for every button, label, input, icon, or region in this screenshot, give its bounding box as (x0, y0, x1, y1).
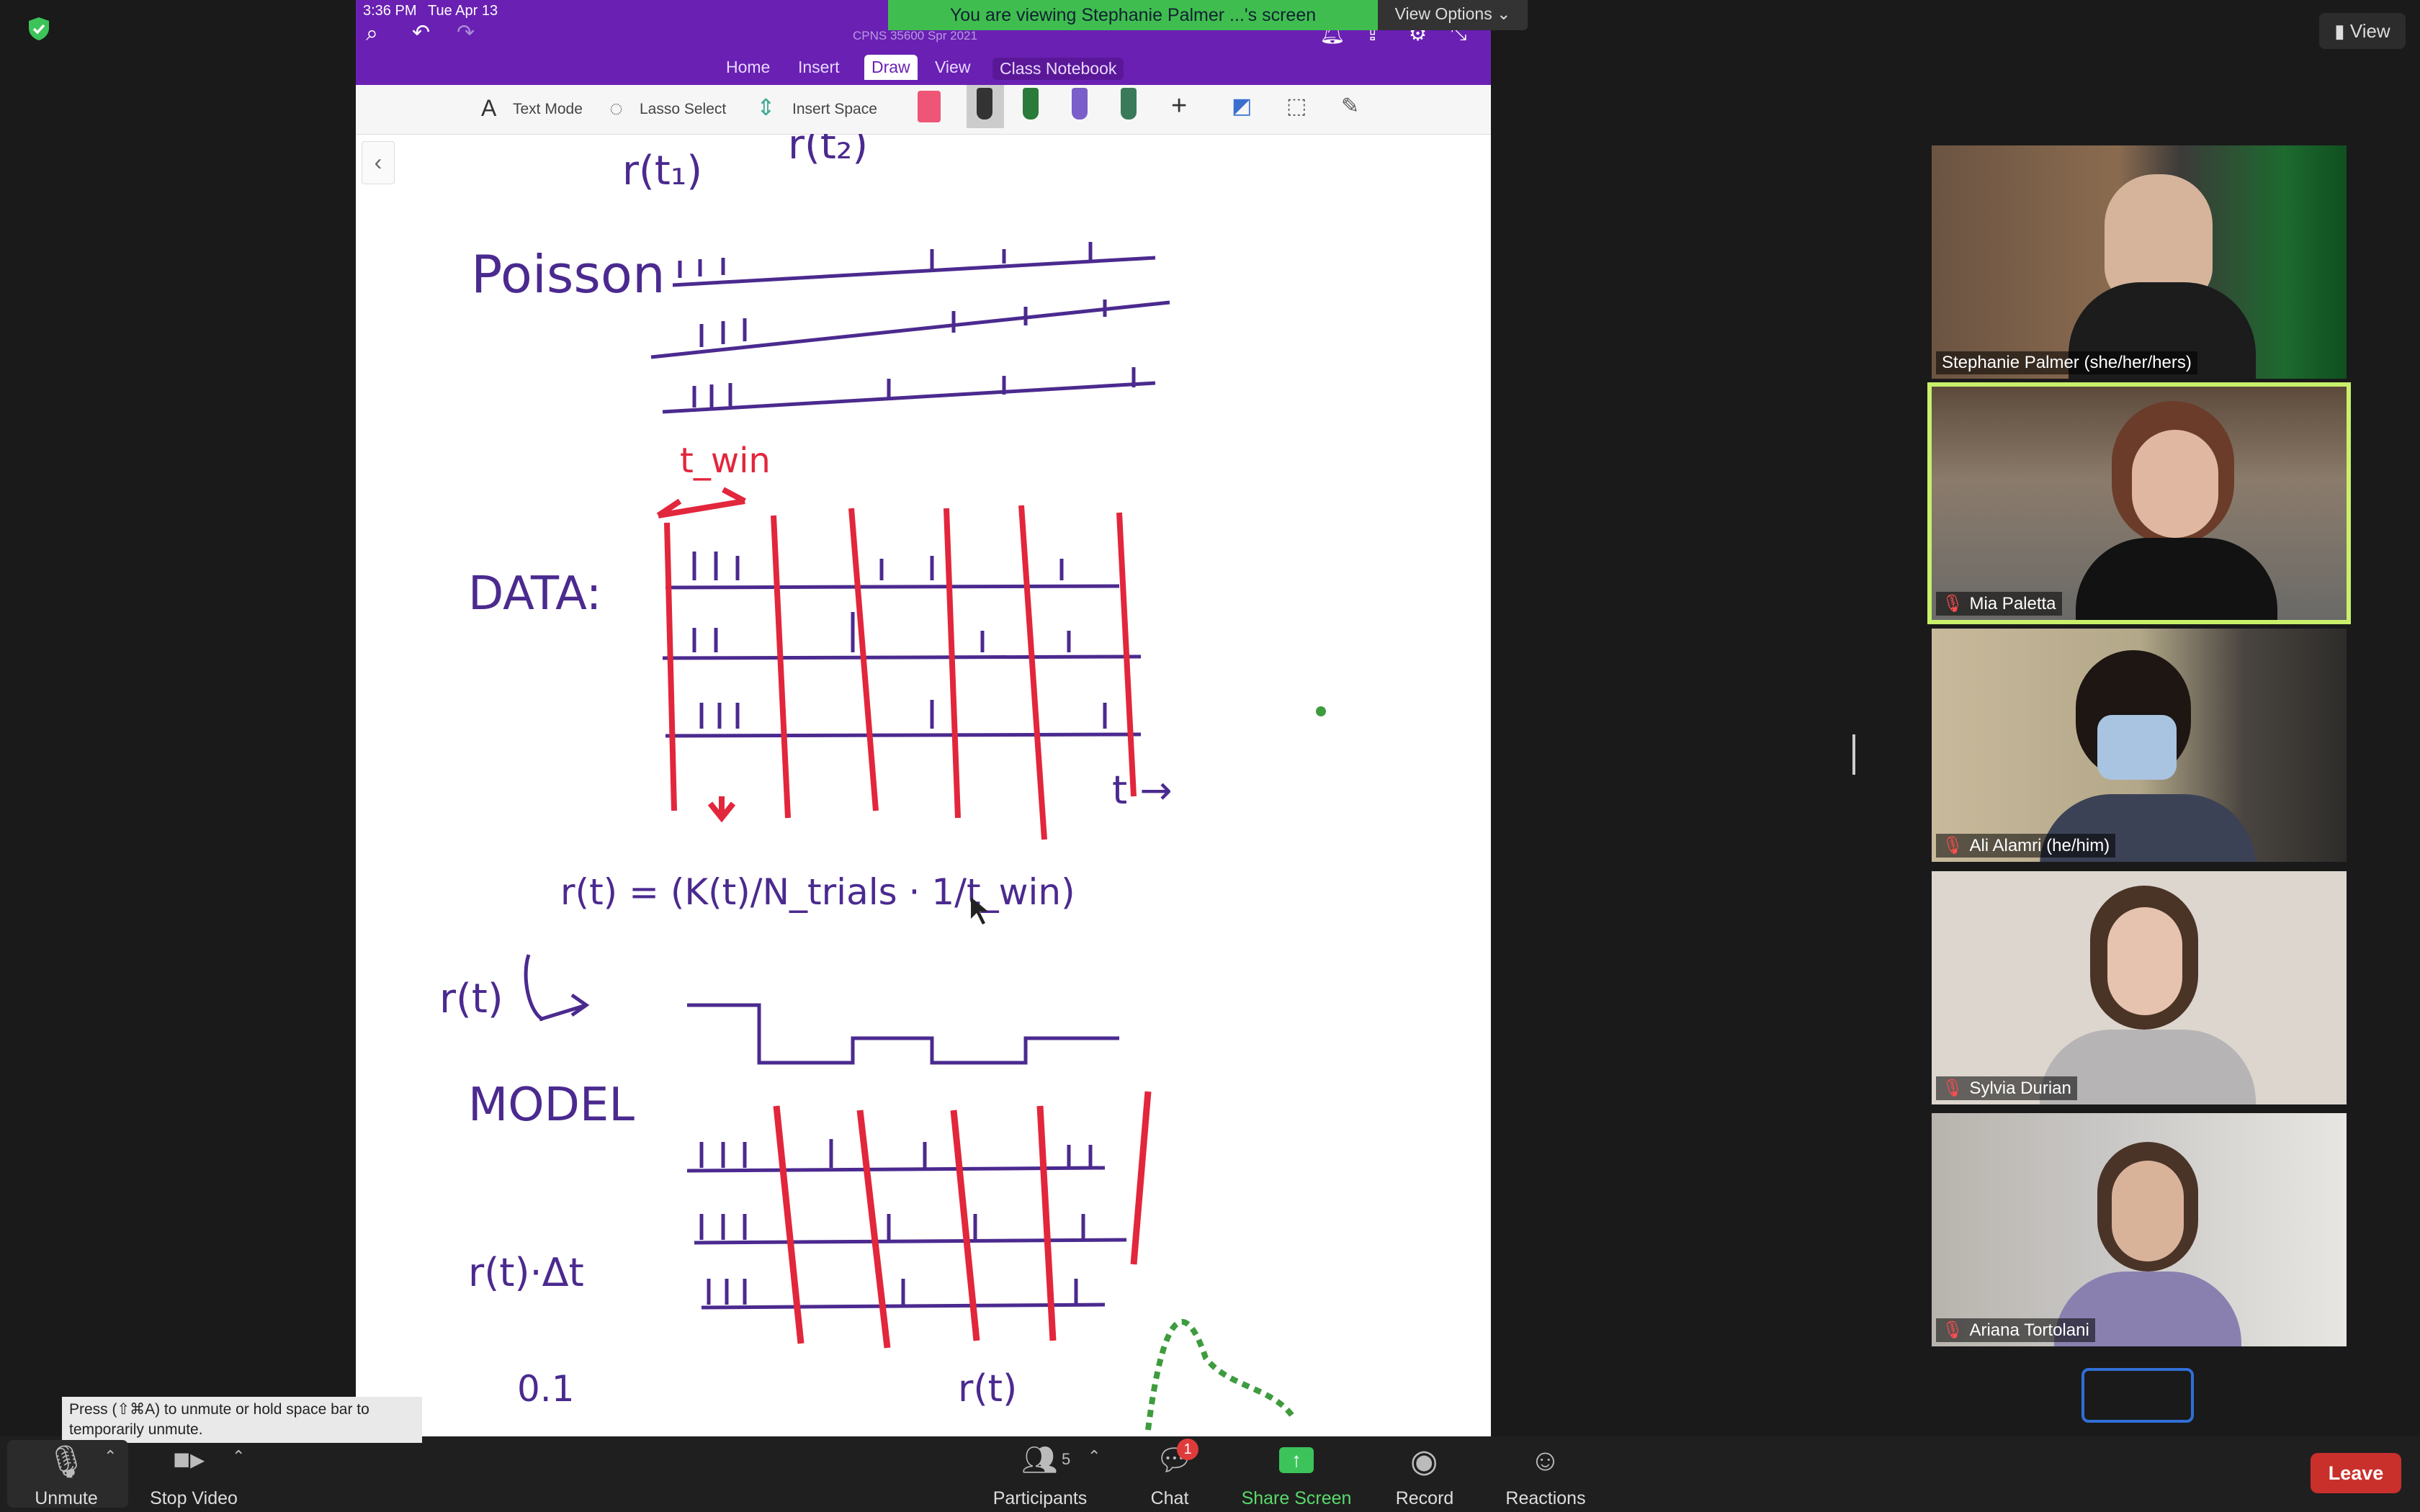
participant-face (2112, 1161, 2184, 1261)
insert-space-icon: ⇕ (756, 94, 776, 120)
muted-mic-icon: 🎙︎ (1942, 836, 1964, 855)
view-layout-button[interactable]: ▮ View (2319, 13, 2406, 49)
insert-space-button[interactable]: Insert Space (792, 101, 877, 118)
note-poisson: Poisson (471, 244, 666, 305)
tab-home[interactable]: Home (726, 58, 770, 77)
note-r-t: r(t) (439, 976, 503, 1022)
chat-button[interactable]: Chat (1141, 1488, 1198, 1509)
chevron-up-icon[interactable]: ⌃ (1088, 1447, 1101, 1466)
stop-video-button[interactable]: Stop Video (147, 1488, 241, 1509)
video-tile-stephanie[interactable]: Stephanie Palmer (she/her/hers) (1932, 145, 2347, 379)
unmute-button[interactable]: Unmute (33, 1488, 99, 1509)
note-point-one: 0.1 (517, 1368, 575, 1410)
eraser-tool[interactable] (918, 91, 941, 122)
shared-screen[interactable]: 3:36 PM Tue Apr 13 CPNS 35600 Spr 2021 ⌕… (356, 0, 1491, 1436)
participant-face (2132, 430, 2218, 538)
participant-name: Stephanie Palmer (she/her/hers) (1936, 351, 2197, 374)
participant-mask (2097, 715, 2177, 780)
search-icon[interactable]: ⌕ (366, 22, 378, 46)
add-pen-icon[interactable]: + (1171, 91, 1187, 122)
ink-replay-icon[interactable]: ✎ (1341, 94, 1359, 119)
notebook-title: CPNS 35600 Spr 2021 (853, 29, 977, 42)
next-page-indicator[interactable] (2081, 1368, 2194, 1423)
unmute-tooltip: Press (⇧⌘A) to unmute or hold space bar … (62, 1397, 422, 1443)
participant-name: 🎙︎ Mia Paletta (1936, 592, 2062, 616)
video-tile-ariana[interactable]: 🎙︎ Ariana Tortolani (1932, 1113, 2347, 1346)
participant-face (2107, 907, 2182, 1015)
lasso-select-button[interactable]: Lasso Select (640, 101, 726, 118)
shapes-icon[interactable]: ◩ (1232, 94, 1252, 119)
viewing-screen-banner: You are viewing Stephanie Palmer ...'s s… (888, 0, 1378, 30)
note-data: DATA: (468, 567, 601, 621)
share-screen-button[interactable]: Share Screen (1240, 1488, 1353, 1509)
participant-name: 🎙︎ Ariana Tortolani (1936, 1318, 2095, 1342)
muted-mic-icon[interactable]: 🎙︎ (46, 1443, 86, 1480)
reactions-icon[interactable]: ☺ (1530, 1443, 1561, 1477)
redo-icon[interactable]: ↷ (457, 20, 475, 45)
record-icon[interactable]: ◉ (1410, 1443, 1438, 1480)
tab-view[interactable]: View (935, 58, 970, 77)
muted-mic-icon: 🎙︎ (1942, 1079, 1964, 1098)
ipad-date: Tue Apr 13 (428, 3, 498, 19)
security-shield-icon[interactable] (26, 16, 52, 42)
tab-draw[interactable]: Draw (864, 55, 918, 80)
poisson-spike-trains (650, 242, 1170, 414)
video-tile-ali[interactable]: 🎙︎ Ali Alamri (he/him) (1932, 629, 2347, 862)
note-r-dt: r(t)·Δt (468, 1250, 584, 1295)
undo-icon[interactable]: ↶ (412, 20, 430, 45)
participant-name: 🎙︎ Sylvia Durian (1936, 1076, 2077, 1100)
green-dot (1316, 706, 1326, 716)
text-mode-icon: A (481, 95, 497, 121)
ipad-time: 3:36 PM (363, 3, 417, 19)
muted-mic-icon: 🎙︎ (1942, 1320, 1964, 1340)
share-screen-icon[interactable]: ↑ (1279, 1447, 1314, 1473)
chevron-down-icon: ⌄ (1497, 4, 1511, 23)
video-camera-icon[interactable]: ■▸ (173, 1443, 205, 1476)
note-r-t1: r(t₁) (622, 148, 702, 194)
panel-resize-handle[interactable] (1852, 734, 1855, 775)
pen-black[interactable] (977, 88, 992, 120)
model-bins (773, 1091, 1152, 1349)
draw-toolbar: A Text Mode ◌ Lasso Select ⇕ Insert Spac… (356, 85, 1491, 135)
note-rate-formula: r(t) = (K(t)/N_trials · 1/t_win) (560, 871, 1075, 913)
note-r-t-plot: r(t) (958, 1367, 1017, 1410)
video-tile-mia[interactable]: 🎙︎ Mia Paletta (1927, 382, 2351, 624)
note-model: MODEL (468, 1079, 635, 1132)
reactions-button[interactable]: Reactions (1502, 1488, 1589, 1509)
note-twin: t_win (680, 441, 771, 481)
pen-teal[interactable] (1121, 88, 1137, 120)
pen-purple[interactable] (1072, 88, 1088, 120)
data-raster (662, 552, 1142, 738)
participants-button[interactable]: Participants (990, 1488, 1090, 1509)
chevron-up-icon[interactable]: ⌃ (104, 1447, 117, 1466)
model-raster (686, 1139, 1127, 1310)
ink-to-shape-icon[interactable]: ⬚ (1286, 94, 1307, 119)
rate-curve (1145, 1319, 1295, 1431)
chat-badge: 1 (1177, 1439, 1198, 1460)
tab-insert[interactable]: Insert (798, 58, 840, 77)
notes-canvas[interactable]: r(t₁) r(t₂) Poisson DATA: t → r(t) = (K(… (356, 134, 1491, 1436)
grid-icon: ▮ (2334, 20, 2345, 42)
view-options-dropdown[interactable]: View Options ⌄ (1378, 0, 1528, 30)
participants-icon[interactable]: 👥︎ (1021, 1443, 1058, 1477)
chevron-up-icon[interactable]: ⌃ (232, 1447, 245, 1466)
record-button[interactable]: Record (1389, 1488, 1461, 1509)
participants-count: 5 (1062, 1450, 1071, 1468)
video-tile-sylvia[interactable]: 🎙︎ Sylvia Durian (1932, 871, 2347, 1104)
leave-button[interactable]: Leave (2311, 1453, 2401, 1493)
rate-step-plot (524, 954, 1119, 1065)
note-r-t2: r(t₂) (788, 134, 868, 168)
note-t-arrow: t → (1112, 768, 1173, 813)
lasso-icon: ◌ (609, 95, 624, 121)
muted-mic-icon: 🎙︎ (1942, 594, 1964, 613)
meeting-controls-bar (0, 1436, 2420, 1512)
tab-class-notebook[interactable]: Class Notebook (992, 58, 1124, 80)
participant-name: 🎙︎ Ali Alamri (he/him) (1936, 834, 2116, 858)
text-mode-button[interactable]: Text Mode (513, 101, 583, 118)
time-bins (656, 487, 1137, 840)
pen-green[interactable] (1023, 88, 1039, 120)
